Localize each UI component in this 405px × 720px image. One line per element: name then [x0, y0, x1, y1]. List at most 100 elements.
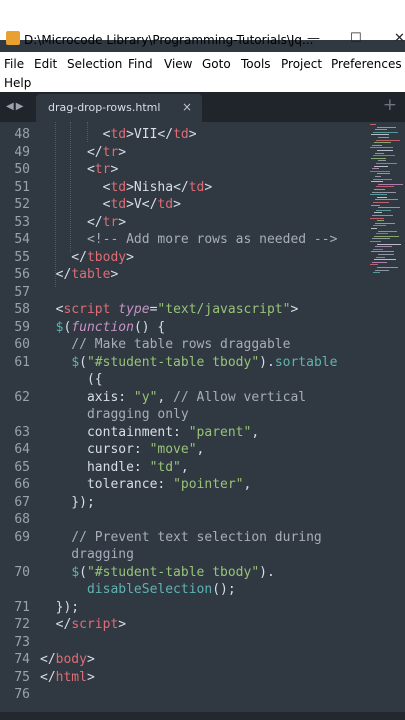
minimap-line	[373, 178, 392, 180]
line-number: 74	[14, 652, 30, 667]
menu-goto[interactable]: Goto	[202, 57, 231, 71]
minimize-button[interactable]: —	[307, 31, 320, 46]
code-area[interactable]: <td>VII</td> </tr> <tr> <td>Nisha</td> <…	[40, 122, 366, 712]
code-line[interactable]: </body>	[40, 652, 95, 667]
code-token: td	[188, 179, 205, 195]
minimap-line	[377, 243, 401, 245]
code-token: $	[71, 354, 80, 370]
code-line[interactable]: $(function() {	[40, 320, 166, 335]
code-token: </	[40, 144, 103, 160]
code-line[interactable]: <script type="text/javascript">	[40, 302, 299, 317]
menu-tools[interactable]: Tools	[241, 57, 271, 71]
menu-edit[interactable]: Edit	[34, 57, 57, 71]
code-token: </	[40, 617, 72, 632]
code-line[interactable]: cursor: "move",	[40, 442, 204, 457]
code-token: >	[290, 302, 299, 317]
code-line[interactable]: </tr>	[40, 215, 126, 230]
new-tab-plus-icon[interactable]: +	[383, 95, 397, 115]
tab-bar: ◀▶ drag-drop-rows.html × +	[0, 92, 405, 122]
code-line[interactable]: dragging	[40, 547, 134, 562]
code-token: dragging only	[40, 407, 189, 422]
code-line[interactable]: <td>V</td>	[40, 197, 181, 212]
code-token: td	[157, 197, 174, 212]
tab-close-icon[interactable]: ×	[182, 100, 192, 114]
code-line[interactable]: });	[40, 495, 95, 510]
line-number: 50	[14, 162, 30, 177]
code-token: >	[86, 652, 95, 667]
minimap-line	[372, 215, 393, 216]
minimap-line	[375, 152, 384, 154]
tab-drag-drop-rows[interactable]: drag-drop-rows.html ×	[36, 94, 202, 122]
code-line[interactable]: </html>	[40, 670, 95, 685]
code-line[interactable]: handle: "td",	[40, 460, 189, 475]
minimap-line	[373, 202, 389, 203]
code-line[interactable]: // Make table rows draggable	[40, 337, 290, 352]
code-line[interactable]: <!-- Add more rows as needed -->	[40, 232, 337, 247]
minimap-line	[370, 170, 390, 172]
menu-preferences[interactable]: Preferences	[331, 57, 402, 71]
code-token: </	[40, 249, 87, 265]
code-editor[interactable]: 48 49 50 51 52 53 54 55 56 57 58 59 60 61 62 63 64 65 66 67…	[0, 122, 405, 712]
minimap-line	[371, 157, 386, 159]
code-token: (	[79, 354, 87, 370]
code-line[interactable]: });	[40, 600, 80, 615]
code-token: ).	[259, 564, 275, 580]
code-token: <	[40, 302, 64, 317]
minimap-line	[376, 233, 388, 235]
code-line[interactable]: disableSelection();	[40, 582, 236, 597]
tab-scroll-arrows-icon[interactable]: ◀▶	[6, 101, 25, 112]
menu-view[interactable]: View	[164, 57, 192, 71]
code-line[interactable]: <tr>	[40, 162, 118, 177]
maximize-button[interactable]: ☐	[350, 31, 362, 46]
line-number: 52	[14, 197, 30, 212]
code-line[interactable]: $("#student-table tbody").	[40, 565, 275, 580]
minimap-line	[377, 220, 384, 222]
code-token: >VII</	[126, 127, 174, 142]
minimap-line	[375, 176, 381, 177]
minimap[interactable]	[370, 122, 405, 282]
line-number: 51	[14, 179, 30, 195]
code-line[interactable]: </script>	[40, 617, 126, 632]
code-line[interactable]: dragging only	[40, 407, 189, 422]
code-line[interactable]: <td>VII</td>	[40, 127, 197, 142]
code-token: <	[40, 197, 111, 212]
line-number: 49	[14, 144, 30, 160]
line-number: 54	[14, 232, 30, 247]
code-token: sortable	[274, 354, 338, 370]
line-number: 61	[14, 354, 30, 370]
code-line[interactable]: $("#student-table tbody").sortable	[40, 355, 337, 370]
code-token: td	[110, 197, 127, 212]
code-line[interactable]: ({	[40, 372, 103, 387]
code-line[interactable]: axis: "y", // Allow vertical	[40, 390, 306, 405]
code-line[interactable]: containment: "parent",	[40, 425, 259, 440]
code-token: ,	[157, 389, 174, 405]
line-number: 57	[14, 284, 30, 300]
minimap-line	[378, 183, 403, 185]
code-token: <	[40, 127, 111, 142]
minimap-line	[373, 155, 395, 157]
menu-find[interactable]: Find	[128, 57, 153, 71]
code-token: td	[110, 127, 127, 142]
minimap-line	[377, 173, 390, 175]
minimap-line	[376, 256, 385, 258]
code-line[interactable]: // Prevent text selection during	[40, 530, 321, 545]
code-line[interactable]: <td>Nisha</td>	[40, 179, 213, 195]
code-token: dragging	[40, 547, 134, 562]
menu-help[interactable]: Help	[4, 76, 31, 90]
minimap-line	[377, 196, 387, 198]
code-token: script	[63, 302, 111, 317]
menu-project[interactable]: Project	[281, 57, 322, 71]
code-line[interactable]: tolerance: "pointer",	[40, 477, 251, 492]
code-line[interactable]: </tr>	[40, 145, 126, 160]
code-token: <	[40, 162, 95, 177]
minimap-line	[372, 191, 396, 193]
close-window-button[interactable]: ✕	[394, 31, 405, 46]
code-token: table	[71, 267, 111, 282]
menu-file[interactable]: File	[4, 57, 24, 71]
menu-selection[interactable]: Selection	[67, 57, 122, 71]
minimap-line	[374, 259, 396, 261]
code-token: disableSelection	[86, 582, 213, 597]
code-line[interactable]: </table>	[40, 267, 119, 282]
line-number: 65	[14, 459, 30, 475]
